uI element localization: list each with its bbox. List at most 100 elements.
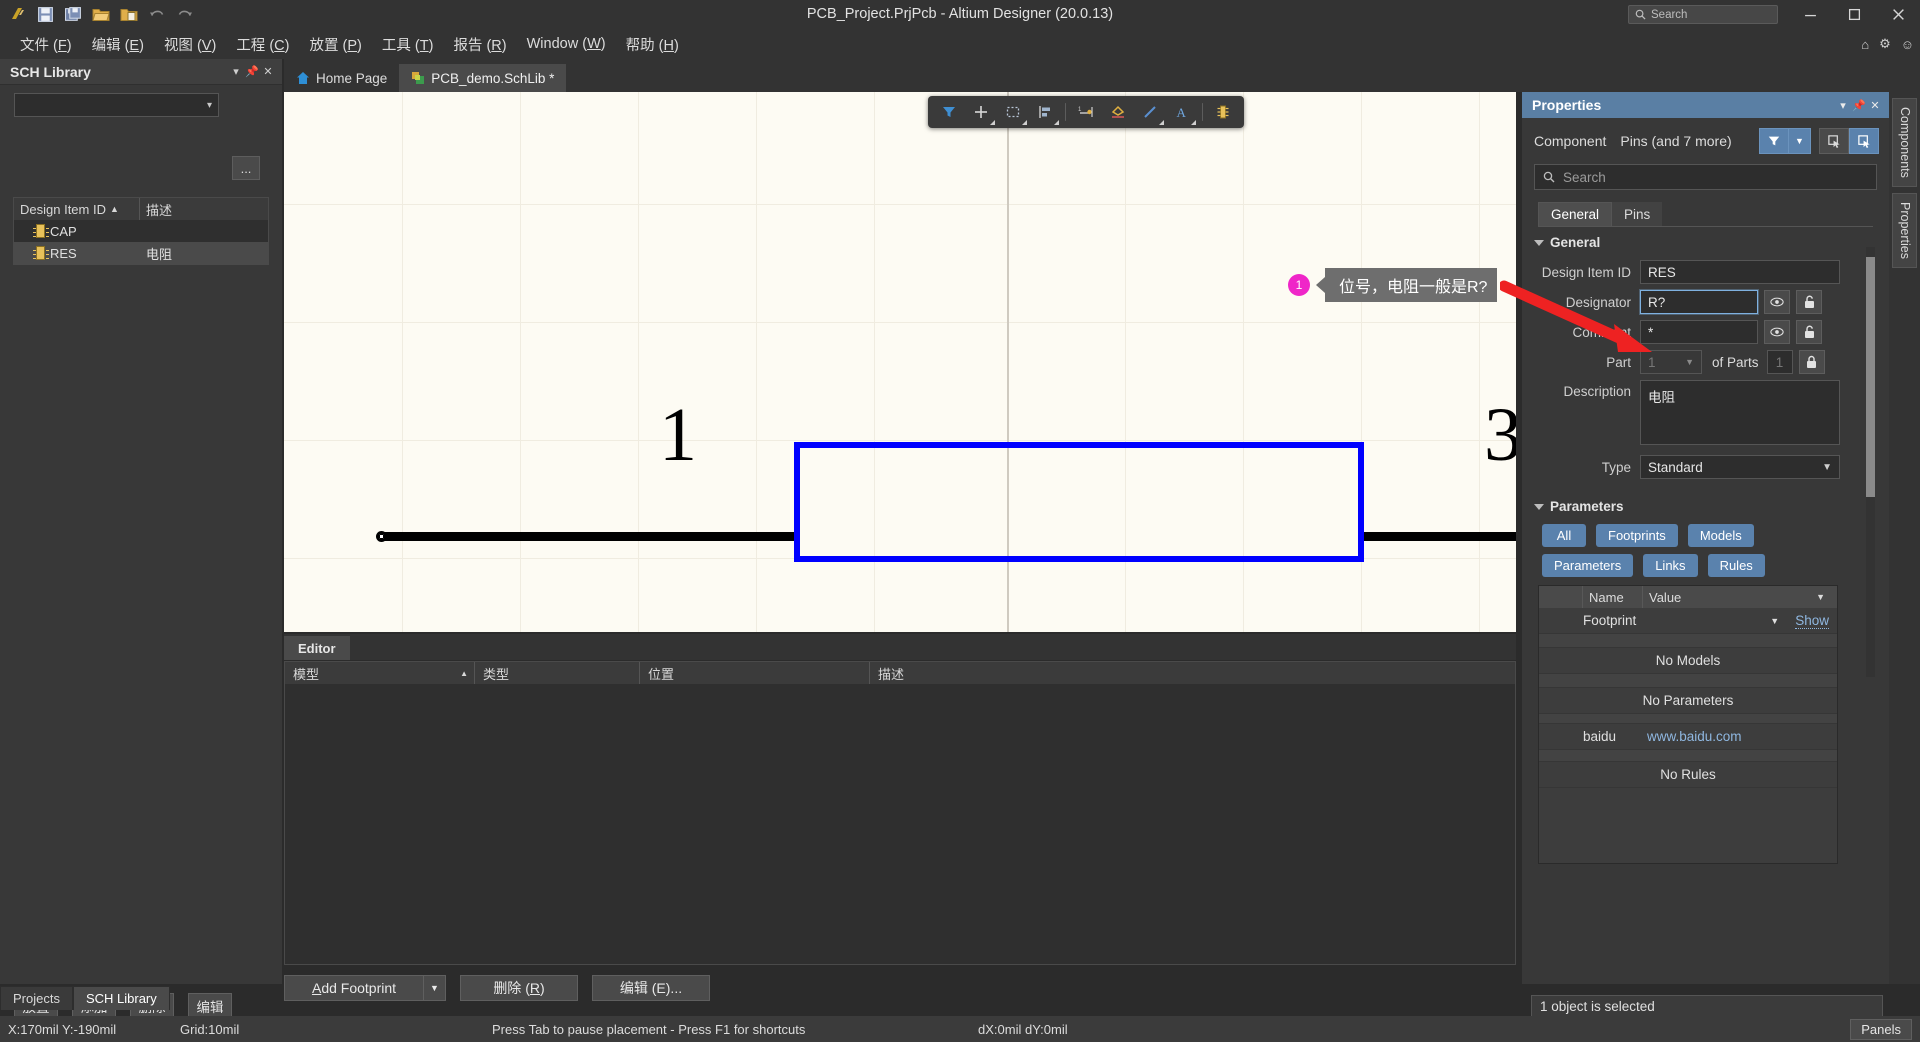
filter-links-button[interactable]: Links <box>1643 554 1698 577</box>
table-row[interactable]: baidu www.baidu.com <box>1539 724 1837 750</box>
eye-icon[interactable] <box>1764 290 1790 314</box>
table-row[interactable]: RES 电阻 <box>14 242 268 264</box>
dock-tab-components[interactable]: Components <box>1892 98 1917 187</box>
column-type[interactable]: 类型 <box>475 662 640 684</box>
tab-projects[interactable]: Projects <box>0 986 73 1010</box>
menu-edit[interactable]: 编辑 (E) <box>82 30 154 59</box>
filter-footprints-button[interactable]: Footprints <box>1596 524 1678 547</box>
altium-logo-icon[interactable] <box>4 2 30 27</box>
tab-pins[interactable]: Pins <box>1612 202 1663 226</box>
column-desc[interactable]: 描述 <box>870 662 1515 684</box>
open-folder-icon[interactable] <box>88 2 114 27</box>
align-icon[interactable] <box>1030 99 1060 125</box>
column-position[interactable]: 位置 <box>640 662 870 684</box>
panels-button[interactable]: Panels <box>1850 1018 1912 1040</box>
save-all-icon[interactable] <box>60 2 86 27</box>
filter-models-button[interactable]: Models <box>1687 524 1754 547</box>
menu-view[interactable]: 视图 (V) <box>154 30 226 59</box>
menu-help[interactable]: 帮助 (H) <box>616 30 689 59</box>
tab-editor[interactable]: Editor <box>284 636 350 660</box>
comment-input[interactable]: * <box>1640 320 1758 344</box>
add-footprint-button[interactable]: Add Footprint <box>284 975 424 1001</box>
type-select[interactable]: Standard ▼ <box>1640 455 1840 479</box>
column-model[interactable]: 模型 ▲ <box>285 662 475 684</box>
save-icon[interactable] <box>32 2 58 27</box>
pin-wire-left[interactable] <box>380 532 800 541</box>
param-value-link[interactable]: www.baidu.com <box>1647 729 1837 744</box>
unlock-icon[interactable] <box>1796 290 1822 314</box>
general-section-header[interactable]: General <box>1522 227 1889 254</box>
delete-model-button[interactable]: 删除 (R) <box>460 975 578 1001</box>
line-icon[interactable] <box>1135 99 1165 125</box>
table-row[interactable]: Footprint ▼ Show <box>1539 608 1837 634</box>
resistor-body-rectangle[interactable] <box>794 442 1364 562</box>
chevron-down-icon[interactable]: ▾ <box>1835 96 1851 114</box>
maximize-button[interactable] <box>1832 0 1876 29</box>
properties-search-input[interactable]: Search <box>1534 164 1877 190</box>
library-more-button[interactable]: ... <box>232 156 260 180</box>
filter-all-button[interactable]: All <box>1542 524 1586 547</box>
close-icon[interactable]: ✕ <box>260 63 276 81</box>
menu-project[interactable]: 工程 (C) <box>226 30 299 59</box>
pin-icon[interactable]: 📌 <box>1851 96 1867 114</box>
minimize-button[interactable] <box>1788 0 1832 29</box>
dock-tab-properties[interactable]: Properties <box>1892 192 1917 268</box>
footprint-show-link[interactable]: Show <box>1795 613 1829 629</box>
pin-icon[interactable]: 📌 <box>244 63 260 81</box>
component-icon[interactable] <box>1208 99 1238 125</box>
filter-parameters-button[interactable]: Parameters <box>1542 554 1634 577</box>
chevron-down-icon[interactable]: ▾ <box>228 63 244 81</box>
close-button[interactable] <box>1876 0 1920 29</box>
filter-icon[interactable] <box>1759 128 1789 154</box>
tab-sch-library[interactable]: SCH Library <box>72 986 170 1010</box>
menu-tools[interactable]: 工具 (T) <box>372 30 444 59</box>
user-icon[interactable]: ☺ <box>1901 37 1914 52</box>
undo-icon[interactable] <box>144 2 170 27</box>
settings-icon[interactable]: ⚙ <box>1879 36 1891 52</box>
tab-general[interactable]: General <box>1538 202 1613 226</box>
add-footprint-dropdown[interactable]: ▼ <box>424 975 446 1001</box>
library-filter-select[interactable]: ▾ <box>14 93 219 117</box>
redo-icon[interactable] <box>172 2 198 27</box>
global-search-input[interactable]: Search <box>1628 5 1778 24</box>
home-icon[interactable]: ⌂ <box>1861 37 1869 52</box>
filter-icon[interactable] <box>934 99 964 125</box>
column-name[interactable]: Name <box>1583 586 1643 608</box>
design-item-id-input[interactable]: RES <box>1640 260 1840 284</box>
lock-icon[interactable] <box>1798 350 1825 374</box>
column-description[interactable]: 描述 <box>140 200 172 219</box>
filter-rules-button[interactable]: Rules <box>1707 554 1765 577</box>
text-icon[interactable]: A <box>1167 99 1197 125</box>
table-row[interactable]: CAP <box>14 220 268 242</box>
delete-model-label: 删除 <box>493 980 522 996</box>
select-inside-icon[interactable] <box>1849 128 1879 154</box>
parameters-section-header[interactable]: Parameters <box>1522 491 1889 518</box>
unlock-icon[interactable] <box>1796 320 1822 344</box>
crosshair-icon[interactable] <box>966 99 996 125</box>
close-icon[interactable]: ✕ <box>1867 96 1883 114</box>
pin-wire-right[interactable] <box>1360 532 1516 541</box>
description-textarea[interactable]: 电阻 <box>1640 380 1840 445</box>
designator-input[interactable]: R? <box>1640 290 1758 314</box>
polygon-icon[interactable] <box>1103 99 1133 125</box>
select-outside-icon[interactable] <box>1819 128 1849 154</box>
menu-reports[interactable]: 报告 (R) <box>443 30 516 59</box>
column-value[interactable]: Value ▼ <box>1643 590 1837 605</box>
properties-scrollbar[interactable] <box>1866 247 1875 677</box>
eye-icon[interactable] <box>1764 320 1790 344</box>
open-project-icon[interactable] <box>116 2 142 27</box>
chevron-down-icon[interactable]: ▼ <box>1770 616 1779 626</box>
pin-endpoint-left[interactable] <box>376 531 387 542</box>
filter-dropdown-icon[interactable]: ▼ <box>1789 128 1811 154</box>
column-design-item-id[interactable]: Design Item ID ▲ <box>14 198 140 220</box>
menu-place[interactable]: 放置 (P) <box>300 30 372 59</box>
selection-rect-icon[interactable] <box>998 99 1028 125</box>
doc-tab-home-page[interactable]: Home Page <box>284 64 399 92</box>
edit-model-button[interactable]: 编辑 (E)... <box>592 975 710 1001</box>
schematic-canvas[interactable]: 1 3 <box>284 92 1516 632</box>
menu-window[interactable]: Window (W) <box>517 32 616 56</box>
doc-tab-pcb-demo-schlib[interactable]: PCB_demo.SchLib * <box>399 64 567 92</box>
menu-file[interactable]: 文件 (F) <box>10 30 82 59</box>
pin-place-icon[interactable]: 1 <box>1071 99 1101 125</box>
part-select[interactable]: 1 ▼ <box>1640 350 1702 374</box>
